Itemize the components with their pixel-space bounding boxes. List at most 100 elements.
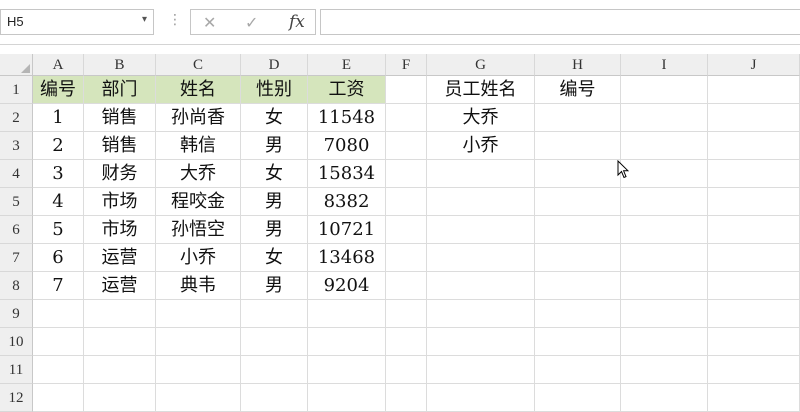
cell-h3[interactable]	[535, 132, 621, 160]
cell-f5[interactable]	[386, 188, 427, 216]
cell-j12[interactable]	[708, 384, 800, 412]
row-header-4[interactable]: 4	[0, 160, 33, 188]
cell-e2[interactable]: 11548	[308, 104, 386, 132]
cell-j6[interactable]	[708, 216, 800, 244]
cell-a2[interactable]: 1	[33, 104, 84, 132]
column-header-h[interactable]: H	[535, 54, 621, 76]
column-header-j[interactable]: J	[708, 54, 800, 76]
cell-a8[interactable]: 7	[33, 272, 84, 300]
cell-d10[interactable]	[241, 328, 308, 356]
row-header-2[interactable]: 2	[0, 104, 33, 132]
cell-b8[interactable]: 运营	[84, 272, 156, 300]
cell-i12[interactable]	[621, 384, 708, 412]
cell-b12[interactable]	[84, 384, 156, 412]
row-header-10[interactable]: 10	[0, 328, 33, 356]
cell-h1[interactable]: 编号	[535, 76, 621, 104]
column-header-c[interactable]: C	[156, 54, 241, 76]
cell-c8[interactable]: 典韦	[156, 272, 241, 300]
row-header-1[interactable]: 1	[0, 76, 33, 104]
cell-d11[interactable]	[241, 356, 308, 384]
cell-a9[interactable]	[33, 300, 84, 328]
cell-g6[interactable]	[427, 216, 535, 244]
cell-c11[interactable]	[156, 356, 241, 384]
cell-b11[interactable]	[84, 356, 156, 384]
row-header-9[interactable]: 9	[0, 300, 33, 328]
cell-i5[interactable]	[621, 188, 708, 216]
cell-i9[interactable]	[621, 300, 708, 328]
cell-j3[interactable]	[708, 132, 800, 160]
column-header-g[interactable]: G	[427, 54, 535, 76]
cell-i3[interactable]	[621, 132, 708, 160]
cell-f3[interactable]	[386, 132, 427, 160]
cancel-icon[interactable]: ✕	[203, 13, 216, 32]
cell-e10[interactable]	[308, 328, 386, 356]
cell-g10[interactable]	[427, 328, 535, 356]
cell-e3[interactable]: 7080	[308, 132, 386, 160]
cell-d2[interactable]: 女	[241, 104, 308, 132]
cell-g1[interactable]: 员工姓名	[427, 76, 535, 104]
cell-c3[interactable]: 韩信	[156, 132, 241, 160]
cell-j4[interactable]	[708, 160, 800, 188]
cell-b2[interactable]: 销售	[84, 104, 156, 132]
cell-e5[interactable]: 8382	[308, 188, 386, 216]
column-header-b[interactable]: B	[84, 54, 156, 76]
column-header-e[interactable]: E	[308, 54, 386, 76]
cell-i10[interactable]	[621, 328, 708, 356]
cell-g8[interactable]	[427, 272, 535, 300]
row-header-3[interactable]: 3	[0, 132, 33, 160]
cell-j11[interactable]	[708, 356, 800, 384]
column-header-i[interactable]: I	[621, 54, 708, 76]
cell-d7[interactable]: 女	[241, 244, 308, 272]
cell-j9[interactable]	[708, 300, 800, 328]
cell-f9[interactable]	[386, 300, 427, 328]
cell-b10[interactable]	[84, 328, 156, 356]
cell-h4[interactable]	[535, 160, 621, 188]
cell-a4[interactable]: 3	[33, 160, 84, 188]
cell-d4[interactable]: 女	[241, 160, 308, 188]
cell-f8[interactable]	[386, 272, 427, 300]
row-header-12[interactable]: 12	[0, 384, 33, 412]
cell-f6[interactable]	[386, 216, 427, 244]
cell-e4[interactable]: 15834	[308, 160, 386, 188]
cell-h12[interactable]	[535, 384, 621, 412]
cell-b9[interactable]	[84, 300, 156, 328]
cell-c5[interactable]: 程咬金	[156, 188, 241, 216]
cell-j5[interactable]	[708, 188, 800, 216]
enter-icon[interactable]: ✓	[245, 13, 258, 32]
cell-c1[interactable]: 姓名	[156, 76, 241, 104]
cell-e12[interactable]	[308, 384, 386, 412]
column-header-d[interactable]: D	[241, 54, 308, 76]
select-all-corner[interactable]	[0, 54, 33, 76]
cell-c7[interactable]: 小乔	[156, 244, 241, 272]
cell-j10[interactable]	[708, 328, 800, 356]
cell-b3[interactable]: 销售	[84, 132, 156, 160]
cell-e11[interactable]	[308, 356, 386, 384]
cell-g11[interactable]	[427, 356, 535, 384]
cell-h8[interactable]	[535, 272, 621, 300]
cell-a12[interactable]	[33, 384, 84, 412]
cell-c12[interactable]	[156, 384, 241, 412]
cell-c2[interactable]: 孙尚香	[156, 104, 241, 132]
cell-h5[interactable]	[535, 188, 621, 216]
cell-j2[interactable]	[708, 104, 800, 132]
cell-a3[interactable]: 2	[33, 132, 84, 160]
cell-e6[interactable]: 10721	[308, 216, 386, 244]
cell-h7[interactable]	[535, 244, 621, 272]
cell-h2[interactable]	[535, 104, 621, 132]
cell-g2[interactable]: 大乔	[427, 104, 535, 132]
cell-g7[interactable]	[427, 244, 535, 272]
cell-i4[interactable]	[621, 160, 708, 188]
cell-b1[interactable]: 部门	[84, 76, 156, 104]
cell-i8[interactable]	[621, 272, 708, 300]
cell-b5[interactable]: 市场	[84, 188, 156, 216]
row-header-5[interactable]: 5	[0, 188, 33, 216]
cell-g12[interactable]	[427, 384, 535, 412]
cell-b7[interactable]: 运营	[84, 244, 156, 272]
cell-b6[interactable]: 市场	[84, 216, 156, 244]
cell-f11[interactable]	[386, 356, 427, 384]
cell-g5[interactable]	[427, 188, 535, 216]
cell-e8[interactable]: 9204	[308, 272, 386, 300]
cell-h10[interactable]	[535, 328, 621, 356]
cell-g4[interactable]	[427, 160, 535, 188]
cell-h6[interactable]	[535, 216, 621, 244]
